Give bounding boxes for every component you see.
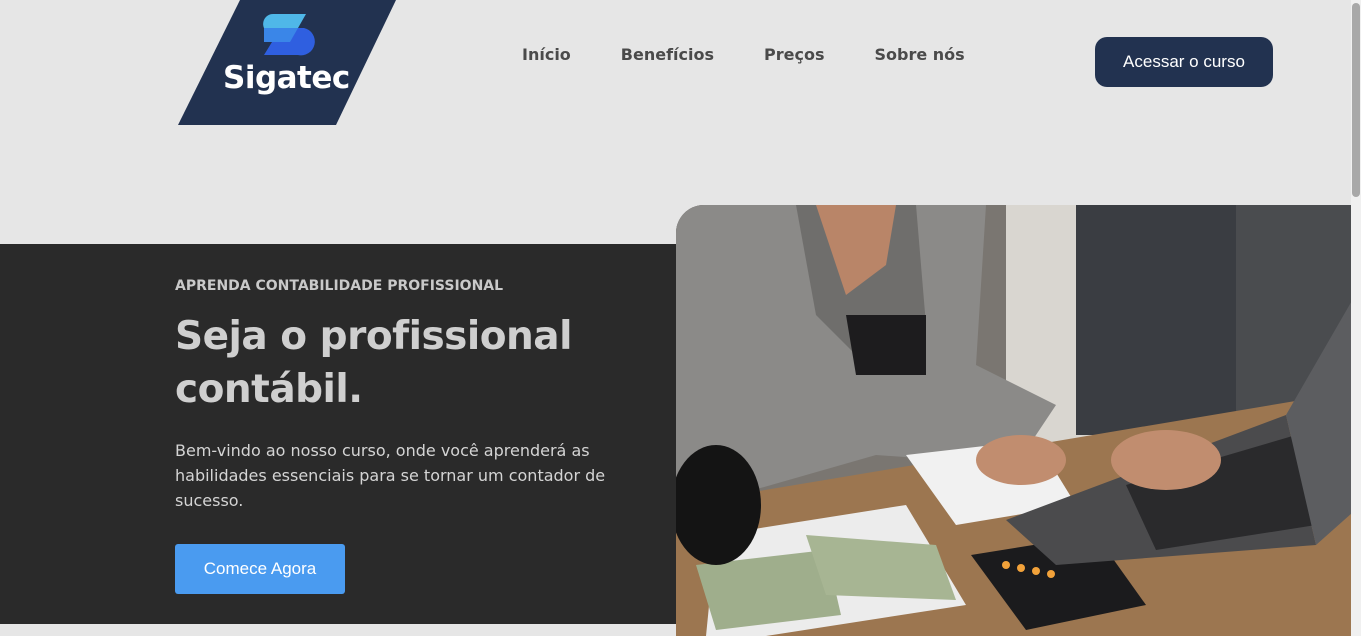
hero-headline: Seja o profissional contábil. bbox=[175, 314, 573, 412]
nav-item-beneficios[interactable]: Benefícios bbox=[621, 45, 714, 64]
page-scrollbar[interactable] bbox=[1351, 0, 1361, 636]
hero-eyebrow: APRENDA CONTABILIDADE PROFISSIONAL bbox=[175, 278, 504, 294]
brand-logo[interactable]: Sigatec bbox=[178, 0, 396, 125]
scrollbar-thumb[interactable] bbox=[1352, 3, 1360, 197]
access-course-button[interactable]: Acessar o curso bbox=[1095, 37, 1273, 87]
nav-item-sobre-nos[interactable]: Sobre nós bbox=[874, 45, 964, 64]
accountant-laptop-illustration bbox=[676, 205, 1361, 636]
nav-item-inicio[interactable]: Início bbox=[522, 45, 571, 64]
main-nav: Início Benefícios Preços Sobre nós bbox=[522, 45, 965, 64]
get-started-button[interactable]: Comece Agora bbox=[175, 544, 345, 594]
nav-item-precos[interactable]: Preços bbox=[764, 45, 824, 64]
hero-description: Bem-vindo ao nosso curso, onde você apre… bbox=[175, 441, 606, 510]
hero-photo bbox=[676, 205, 1361, 636]
brand-name: Sigatec bbox=[223, 60, 350, 96]
hero-section: APRENDA CONTABILIDADE PROFISSIONAL Seja … bbox=[0, 244, 690, 624]
